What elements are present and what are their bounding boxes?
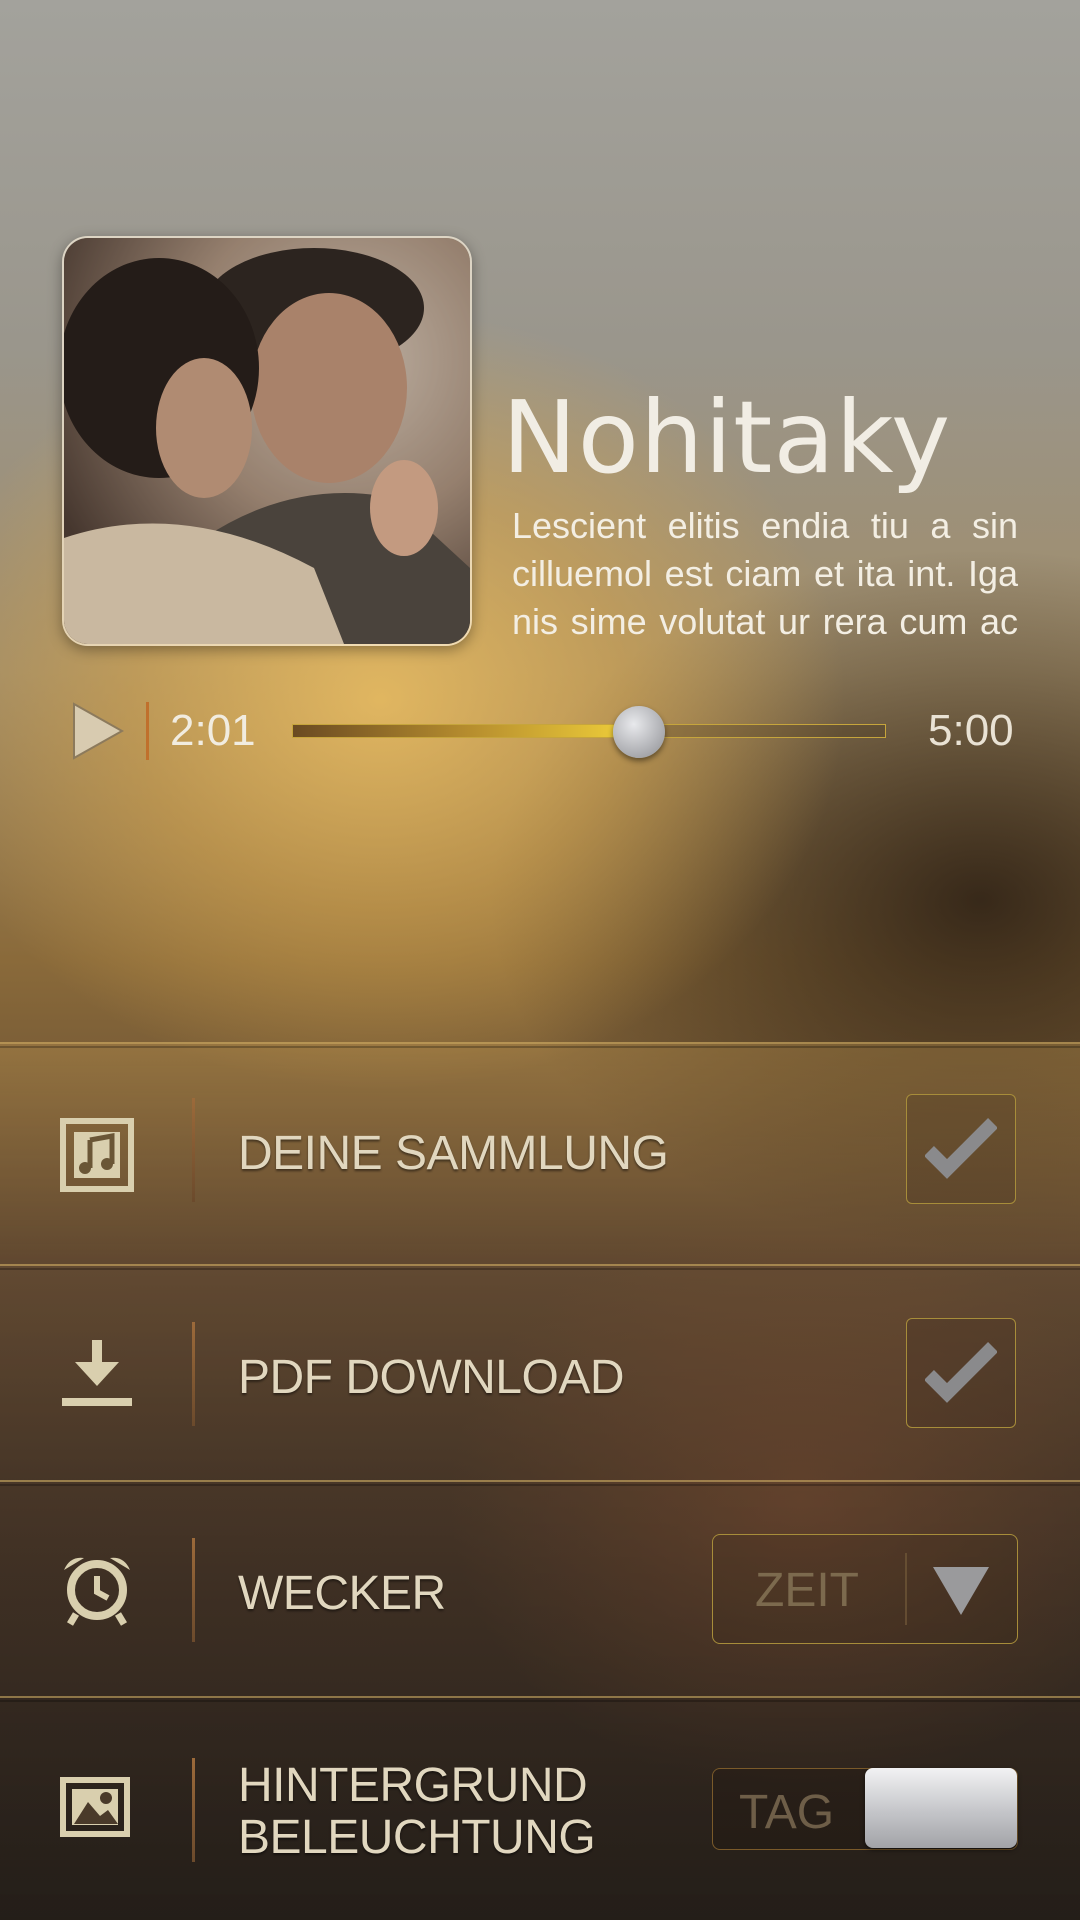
collection-label: DEINE SAMMLUNG [238, 1127, 669, 1180]
album-art [62, 236, 472, 646]
alarm-label: WECKER [238, 1567, 446, 1620]
checkmark-icon [925, 1118, 997, 1179]
setting-row-collection: DEINE SAMMLUNG [0, 1042, 1080, 1266]
album-photo [64, 238, 470, 644]
background-label-line2: BELEUCHTUNG [238, 1811, 596, 1864]
music-note-icon [60, 1118, 134, 1192]
row-divider [192, 1322, 195, 1426]
play-icon [73, 702, 125, 760]
setting-row-alarm: WECKER ZEIT [0, 1480, 1080, 1698]
row-divider [192, 1538, 195, 1642]
setting-row-background: HINTERGRUND BELEUCHTUNG TAG [0, 1696, 1080, 1920]
image-icon [60, 1772, 134, 1846]
pdf-label: PDF DOWNLOAD [238, 1351, 625, 1404]
collection-checkbox[interactable] [906, 1094, 1016, 1204]
chevron-down-icon [933, 1567, 989, 1615]
player-divider [146, 702, 149, 760]
checkmark-icon [925, 1342, 997, 1403]
progress-fill [293, 725, 640, 737]
play-button[interactable] [70, 700, 126, 762]
track-title: Nohitaky [502, 379, 952, 496]
row-divider [192, 1758, 195, 1862]
background-label-line1: HINTERGRUND [238, 1759, 588, 1812]
progress-track[interactable] [292, 724, 886, 738]
total-time: 5:00 [928, 706, 1014, 755]
background-label: HINTERGRUND BELEUCHTUNG [238, 1759, 596, 1864]
time-dropdown-label: ZEIT [755, 1564, 859, 1617]
row-divider [192, 1098, 195, 1202]
toggle-label: TAG [739, 1786, 835, 1839]
time-dropdown[interactable]: ZEIT [712, 1534, 1018, 1644]
day-toggle[interactable]: TAG [712, 1768, 1018, 1850]
setting-row-pdf: PDF DOWNLOAD [0, 1264, 1080, 1482]
dropdown-separator [905, 1553, 907, 1625]
alarm-clock-icon [60, 1552, 134, 1626]
track-description: Lescient elitis endia tiu a sin cilluemo… [512, 505, 1018, 642]
download-icon [60, 1338, 134, 1412]
current-time: 2:01 [170, 706, 256, 755]
toggle-knob[interactable] [865, 1768, 1017, 1848]
pdf-checkbox[interactable] [906, 1318, 1016, 1428]
